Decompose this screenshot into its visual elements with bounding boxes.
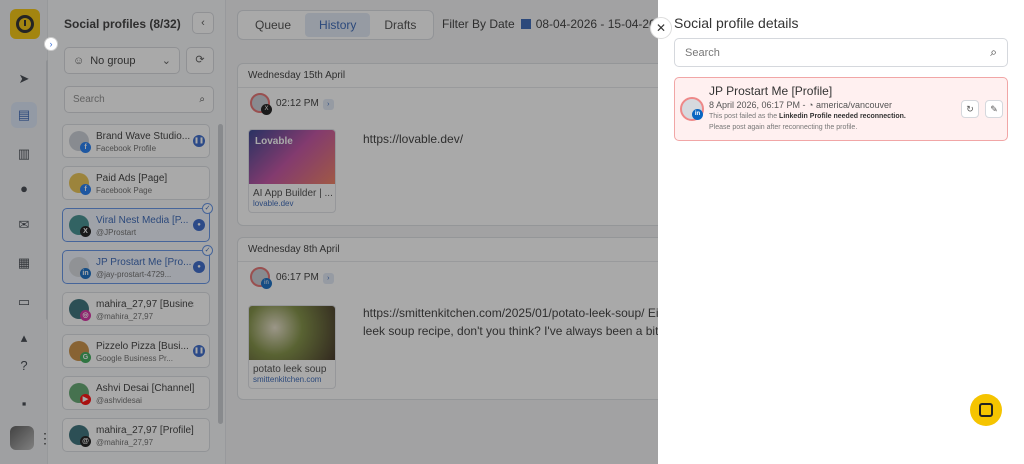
linkedin-icon: in — [692, 109, 703, 120]
error-message-prefix: This post failed as the — [709, 113, 778, 120]
chat-support-button[interactable] — [970, 394, 1002, 426]
profile-name: JP Prostart Me [Profile] — [709, 84, 833, 98]
error-message-reason: Linkedin Profile needed reconnection. — [779, 113, 906, 120]
profile-details-panel: ✕ Social profile details Search ⌕ in JP … — [650, 0, 1024, 464]
error-message: This post failed as the Linkedin Profile… — [709, 113, 906, 120]
modal-backdrop[interactable] — [0, 0, 658, 464]
close-icon[interactable]: ✕ — [650, 17, 672, 39]
post-meta: 8 April 2026, 06:17 PM - ◔ america/vanco… — [709, 100, 893, 110]
panel-search-input[interactable]: Search ⌕ — [674, 38, 1008, 67]
edit-button[interactable]: ✎ — [985, 100, 1003, 118]
expand-sidebar-icon[interactable]: › — [44, 37, 58, 51]
error-hint: Please post again after reconnecting the… — [709, 124, 858, 131]
chat-icon — [979, 403, 993, 417]
panel-title: Social profile details — [674, 15, 799, 31]
failed-post-card[interactable]: in JP Prostart Me [Profile] 8 April 2026… — [674, 77, 1008, 141]
search-icon: ⌕ — [990, 45, 997, 59]
panel-search-placeholder: Search — [685, 46, 720, 59]
retry-button[interactable]: ↻ — [961, 100, 979, 118]
